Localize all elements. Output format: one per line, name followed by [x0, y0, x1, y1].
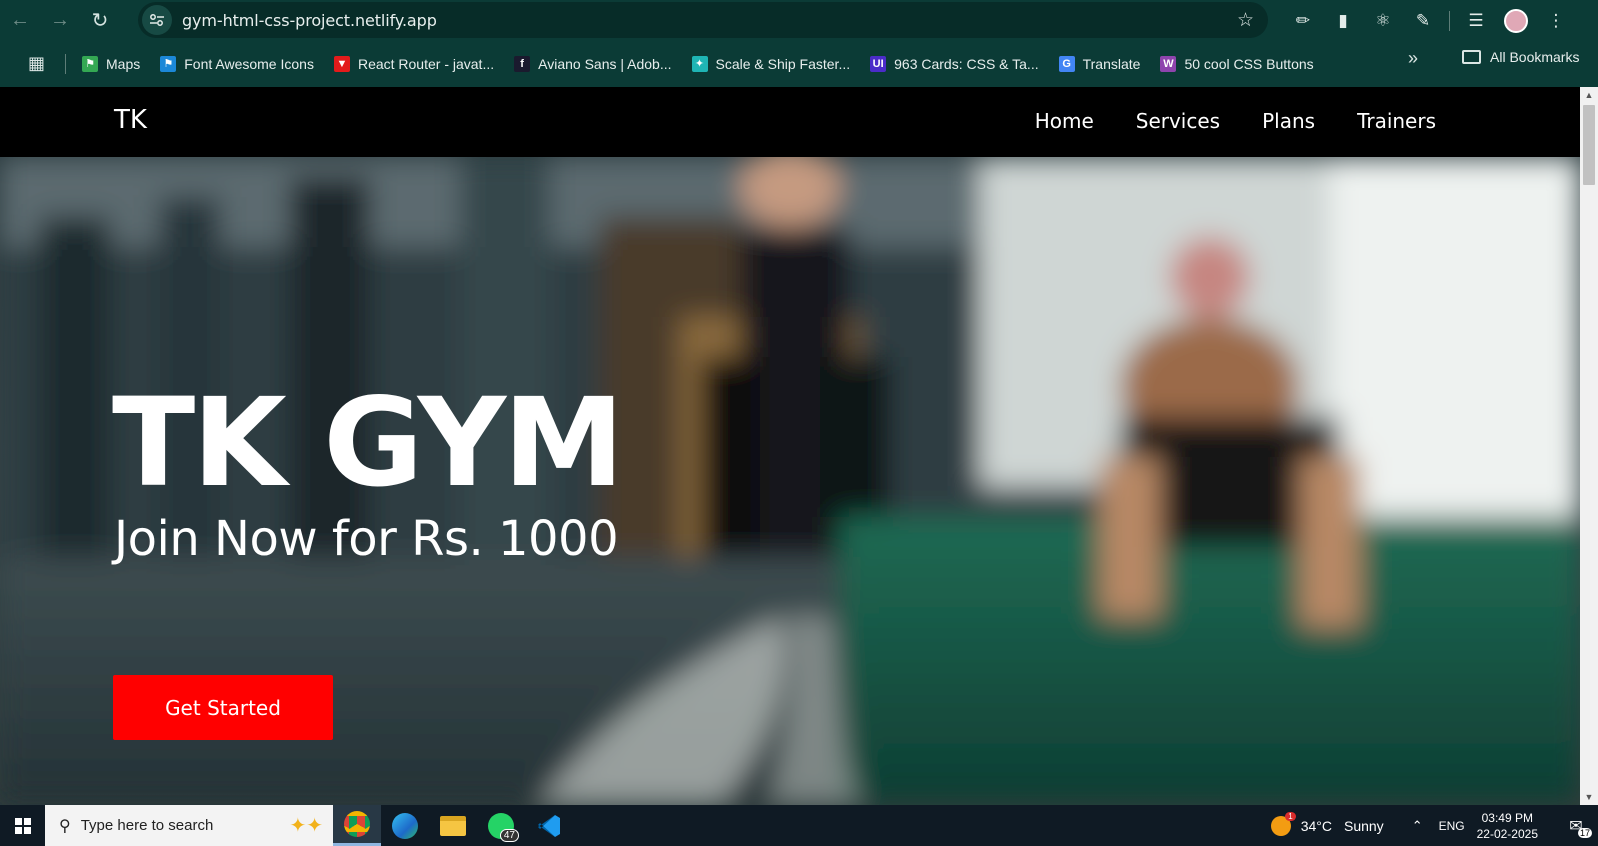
page-scrollbar[interactable]: ▲ ▼ — [1580, 87, 1598, 805]
page-viewport: TK Home Services Plans Trainers TK GYM J… — [0, 87, 1580, 805]
nav-link-services[interactable]: Services — [1136, 109, 1220, 133]
clock[interactable]: 03:49 PM 22-02-2025 — [1477, 810, 1538, 842]
language-indicator[interactable]: ENG — [1439, 819, 1465, 833]
bookmark-favicon-icon: UI — [870, 55, 887, 72]
more-bookmarks-icon[interactable]: » — [1408, 48, 1418, 69]
file-explorer-taskbar-app[interactable] — [429, 805, 477, 846]
all-bookmarks-button[interactable]: All Bookmarks — [1462, 49, 1579, 65]
chrome-icon — [344, 811, 370, 837]
copilot-sparkle-icon: ✦✦ — [289, 815, 323, 837]
bookmark-item[interactable]: W 50 cool CSS Buttons — [1150, 49, 1323, 79]
scroll-up-icon[interactable]: ▲ — [1580, 87, 1598, 103]
site-navbar: TK Home Services Plans Trainers — [0, 87, 1580, 157]
back-button[interactable]: ← — [0, 1, 40, 41]
site-menu: Home Services Plans Trainers — [1035, 109, 1436, 133]
chrome-taskbar-app[interactable] — [333, 805, 381, 846]
clock-time: 03:49 PM — [1481, 810, 1533, 825]
media-control-icon[interactable]: ☰ — [1456, 1, 1496, 41]
bookmark-label: Translate — [1082, 55, 1141, 72]
bookmark-favicon-icon: G — [1058, 55, 1075, 72]
bookmark-favicon-icon: ⚑ — [160, 55, 177, 72]
bookmarks-divider — [65, 53, 67, 74]
bookmark-item[interactable]: ⚑ Maps — [72, 49, 150, 79]
bookmark-favicon-icon: ▼ — [333, 55, 350, 72]
start-button[interactable] — [0, 805, 45, 846]
profile-avatar[interactable] — [1496, 1, 1536, 41]
all-bookmarks-label: All Bookmarks — [1490, 49, 1580, 65]
site-info-icon[interactable] — [142, 5, 172, 35]
system-tray: 1 34°C Sunny ⌃ ENG 03:49 PM 22-02-2025 ✉… — [1270, 805, 1598, 846]
get-started-button[interactable]: Get Started — [113, 675, 333, 740]
bookmark-item[interactable]: G Translate — [1049, 49, 1151, 79]
chevron-up-icon[interactable]: ⌃ — [1412, 818, 1423, 834]
bookmark-list: ⚑ Maps ⚑ Font Awesome Icons ▼ React Router - … — [72, 49, 1324, 79]
bookmark-label: 50 cool CSS Buttons — [1184, 55, 1314, 72]
hero-title: TK GYM — [112, 372, 624, 514]
scrollbar-thumb[interactable] — [1583, 105, 1595, 185]
extensions-area: ✏ ▮ ⚛ ✎ ☰ ⋮ — [1283, 0, 1576, 41]
whatsapp-taskbar-app[interactable]: 47 — [477, 805, 525, 846]
search-placeholder: Type here to search — [80, 817, 214, 834]
site-logo[interactable]: TK — [114, 105, 147, 135]
apps-grid-icon[interactable]: ▦ — [18, 49, 59, 79]
bookmark-label: React Router - javat... — [357, 55, 495, 72]
bookmark-item[interactable]: ✦ Scale & Ship Faster... — [682, 49, 861, 79]
bookmark-favicon-icon: ⚑ — [82, 55, 99, 72]
bookmark-label: Maps — [106, 55, 141, 72]
bookmarks-bar: ▦ ⚑ Maps ⚑ Font Awesome Icons ▼ React Router … — [0, 43, 1598, 84]
bookmark-item[interactable]: f Aviano Sans | Adob... — [504, 49, 681, 79]
reload-button[interactable]: ↻ — [80, 1, 120, 41]
windows-taskbar: ⚲ Type here to search ✦✦ 47 1 34°C Sunny… — [0, 805, 1598, 846]
temperature[interactable]: 34°C — [1301, 818, 1332, 834]
tune-icon — [150, 14, 164, 26]
weather-sun-icon[interactable]: 1 — [1270, 811, 1296, 836]
browser-toolbar: ← → ↻ gym-html-css-project.netlify.app ☆… — [0, 0, 1598, 41]
windows-logo-icon — [14, 817, 31, 834]
bookmark-favicon-icon: W — [1160, 55, 1177, 72]
puzzle-icon[interactable]: ✎ — [1403, 1, 1443, 41]
vscode-taskbar-app[interactable] — [525, 805, 573, 846]
bookmark-favicon-icon: ✦ — [691, 55, 708, 72]
toolbar-divider — [1449, 10, 1450, 31]
bookmark-label: Aviano Sans | Adob... — [538, 55, 672, 72]
hero-subtitle: Join Now for Rs. 1000 — [114, 511, 619, 567]
bookmark-favicon-icon: f — [514, 55, 531, 72]
whatsapp-badge: 47 — [499, 829, 519, 842]
taskbar-search[interactable]: ⚲ Type here to search ✦✦ — [45, 805, 333, 846]
edge-taskbar-app[interactable] — [381, 805, 429, 846]
hero-section: TK GYM Join Now for Rs. 1000 Get Started — [0, 157, 1580, 805]
bookmark-star-icon[interactable]: ☆ — [1237, 9, 1254, 32]
menu-icon[interactable]: ⋮ — [1536, 1, 1576, 41]
vscode-icon — [538, 814, 560, 837]
search-icon: ⚲ — [59, 817, 71, 835]
bookmark-label: Scale & Ship Faster... — [715, 55, 851, 72]
bookmark-item[interactable]: ⚑ Font Awesome Icons — [150, 49, 324, 79]
nav-link-trainers[interactable]: Trainers — [1357, 109, 1436, 133]
forward-button[interactable]: → — [40, 1, 80, 41]
avatar — [1504, 8, 1528, 33]
folder-icon — [440, 815, 466, 836]
weather-condition[interactable]: Sunny — [1344, 818, 1384, 834]
nav-link-plans[interactable]: Plans — [1262, 109, 1315, 133]
bookmark-item[interactable]: ▼ React Router - javat... — [324, 49, 504, 79]
edge-icon — [392, 812, 418, 839]
address-bar[interactable]: gym-html-css-project.netlify.app ☆ — [138, 2, 1268, 38]
url-text[interactable]: gym-html-css-project.netlify.app — [182, 11, 437, 30]
nav-link-home[interactable]: Home — [1035, 109, 1094, 133]
weather-badge: 1 — [1285, 811, 1296, 821]
bookmark-label: 963 Cards: CSS & Ta... — [894, 55, 1039, 72]
extension-icon[interactable]: ▮ — [1323, 1, 1363, 41]
scroll-down-icon[interactable]: ▼ — [1580, 789, 1598, 805]
react-devtools-icon[interactable]: ⚛ — [1363, 1, 1403, 41]
clock-date: 22-02-2025 — [1476, 826, 1538, 841]
folder-icon — [1462, 50, 1481, 64]
bookmark-label: Font Awesome Icons — [184, 55, 314, 72]
notification-center-icon[interactable]: ✉ 17 — [1554, 816, 1598, 838]
color-picker-icon[interactable]: ✏ — [1283, 1, 1323, 41]
bookmark-item[interactable]: UI 963 Cards: CSS & Ta... — [860, 49, 1048, 79]
notification-count: 17 — [1577, 827, 1592, 838]
